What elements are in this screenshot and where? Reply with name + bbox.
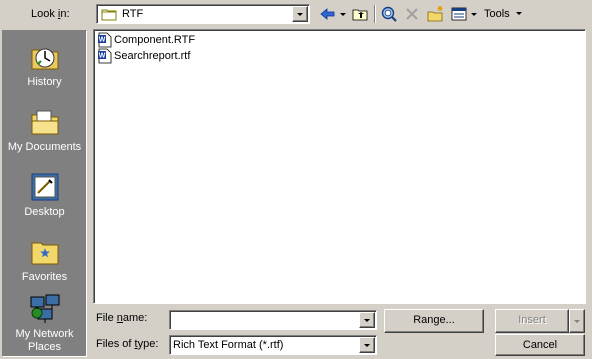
chevron-down-icon xyxy=(574,320,580,323)
insert-button[interactable]: Insert xyxy=(495,309,569,333)
places-label-history: History xyxy=(27,76,62,88)
word-document-icon: W xyxy=(98,32,112,48)
delete-icon xyxy=(406,8,418,20)
file-name: Searchreport.rtf xyxy=(114,50,191,62)
word-document-icon: W xyxy=(98,48,112,64)
files-of-type-select[interactable]: Rich Text Format (*.rtf) xyxy=(169,335,377,355)
look-in-value: RTF xyxy=(122,8,144,20)
file-name-label: File name: xyxy=(96,312,148,324)
search-web-icon xyxy=(381,6,397,22)
my-documents-icon xyxy=(31,110,58,135)
places-label-my-network-line1: My Network xyxy=(15,328,74,340)
places-item-my-documents[interactable]: My Documents xyxy=(3,106,86,154)
places-item-history[interactable]: History xyxy=(3,41,86,89)
up-folder-button[interactable] xyxy=(351,5,369,23)
places-item-desktop[interactable]: Desktop xyxy=(3,171,86,219)
files-of-type-label: Files of type: xyxy=(96,338,159,350)
svg-text:W: W xyxy=(99,53,106,60)
places-label-my-network-line2: Places xyxy=(27,341,62,353)
insert-button-label: Insert xyxy=(518,314,546,326)
views-button[interactable] xyxy=(450,5,480,23)
history-icon xyxy=(31,48,58,70)
look-in-label: Look in: xyxy=(31,8,70,20)
views-icon xyxy=(451,7,477,21)
places-label-favorites: Favorites xyxy=(21,271,68,283)
insert-dropdown-button[interactable] xyxy=(569,309,585,333)
delete-button[interactable] xyxy=(403,5,421,23)
back-arrow-icon xyxy=(320,8,346,20)
chevron-down-icon xyxy=(515,12,522,16)
desktop-icon xyxy=(31,173,58,201)
range-button-label: Range... xyxy=(413,314,455,326)
places-item-my-network-places[interactable]: My Network Places xyxy=(3,293,86,354)
folder-icon xyxy=(101,9,117,21)
new-folder-button[interactable] xyxy=(426,5,446,23)
file-name-dropdown-button[interactable] xyxy=(359,312,375,328)
network-places-icon xyxy=(30,294,59,323)
search-web-button[interactable] xyxy=(380,5,398,23)
places-label-my-documents: My Documents xyxy=(7,141,82,153)
tools-menu-button[interactable]: Tools xyxy=(484,8,523,20)
svg-text:W: W xyxy=(99,37,106,44)
files-of-type-value: Rich Text Format (*.rtf) xyxy=(173,339,284,351)
look-in-dropdown-button[interactable] xyxy=(292,6,308,22)
tools-label: Tools xyxy=(484,8,510,20)
back-button[interactable] xyxy=(318,5,348,23)
files-of-type-dropdown-button[interactable] xyxy=(359,337,375,353)
look-in-combo[interactable]: RTF xyxy=(96,4,310,24)
file-name: Component.RTF xyxy=(114,34,196,46)
file-list[interactable]: W Component.RTF W Searchreport.rtf xyxy=(93,29,586,304)
toolbar-separator xyxy=(374,5,375,23)
cancel-button-label: Cancel xyxy=(522,339,558,351)
up-folder-icon xyxy=(352,9,368,21)
new-folder-icon xyxy=(427,6,443,22)
places-label-desktop: Desktop xyxy=(24,206,65,218)
range-button[interactable]: Range... xyxy=(384,309,484,333)
places-item-favorites[interactable]: Favorites xyxy=(3,236,86,284)
file-name-input[interactable] xyxy=(169,310,377,330)
cancel-button[interactable]: Cancel xyxy=(495,334,585,356)
places-bar: History My Documents Desktop Favorites M… xyxy=(2,30,87,357)
favorites-icon xyxy=(31,242,58,265)
